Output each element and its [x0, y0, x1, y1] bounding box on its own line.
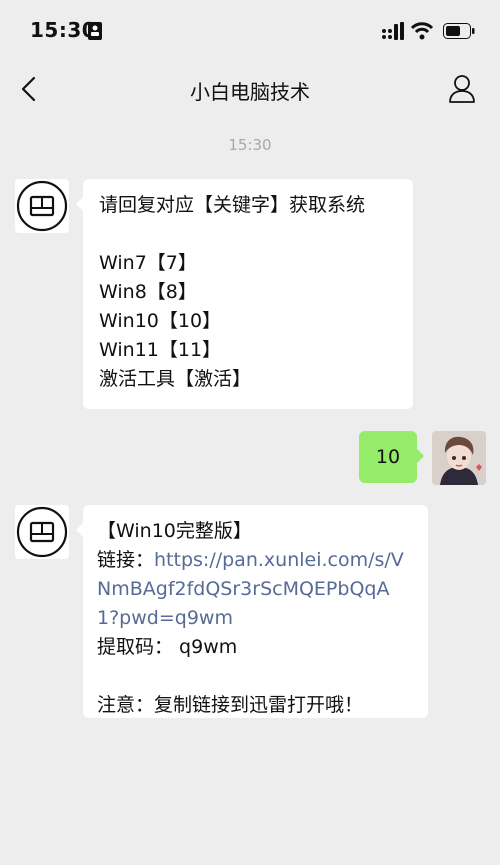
message-line: Win11【11】 [99, 339, 222, 361]
link-line: 链接：https://pan.xunlei.com/s/V [97, 546, 416, 575]
system-icons [382, 22, 475, 40]
anime-avatar-image [432, 431, 486, 485]
message-line: Win10【10】 [99, 310, 222, 332]
chat-title: 小白电脑技术 [190, 80, 310, 104]
message-line: 请回复对应【关键字】获取系统 [99, 194, 366, 216]
sender-avatar[interactable] [15, 179, 69, 233]
extract-code: 提取码： q9wm [97, 636, 238, 658]
message-line: Win8【8】 [99, 281, 197, 303]
sender-avatar[interactable] [15, 505, 69, 559]
link-label: 链接： [97, 549, 155, 571]
person-icon[interactable] [448, 74, 476, 104]
status-time: 15:30 [30, 18, 97, 42]
message-timestamp: 15:30 [228, 136, 272, 154]
my-avatar[interactable] [432, 431, 486, 485]
message-line: 激活工具【激活】 [99, 368, 252, 390]
message-bubble-sent[interactable]: 10 [359, 431, 424, 483]
status-bar: 15:30 [0, 0, 500, 60]
message-bubble-received[interactable]: 【Win10完整版】 链接：https://pan.xunlei.com/s/V… [76, 505, 428, 718]
message-title: 【Win10完整版】 [97, 520, 252, 542]
tv-logo-icon [16, 506, 68, 558]
download-link[interactable]: 1?pwd=q9wm [97, 604, 416, 633]
signal-icon [382, 22, 404, 40]
download-link[interactable]: https://pan.xunlei.com/s/V [154, 549, 404, 571]
download-link[interactable]: NmBAgf2fdQSr3rScMQEPbQqA [97, 575, 416, 604]
tv-logo-icon [16, 180, 68, 232]
message-bubble-received[interactable]: 请回复对应【关键字】获取系统 Win7【7】 Win8【8】 Win10【10】… [76, 179, 413, 409]
note-line: 注意：复制链接到迅雷打开哦！ [97, 694, 364, 716]
wifi-icon [410, 22, 434, 40]
message-line [99, 220, 397, 249]
battery-icon [443, 23, 475, 39]
id-card-icon [88, 22, 102, 40]
message-line: Win7【7】 [99, 252, 197, 274]
